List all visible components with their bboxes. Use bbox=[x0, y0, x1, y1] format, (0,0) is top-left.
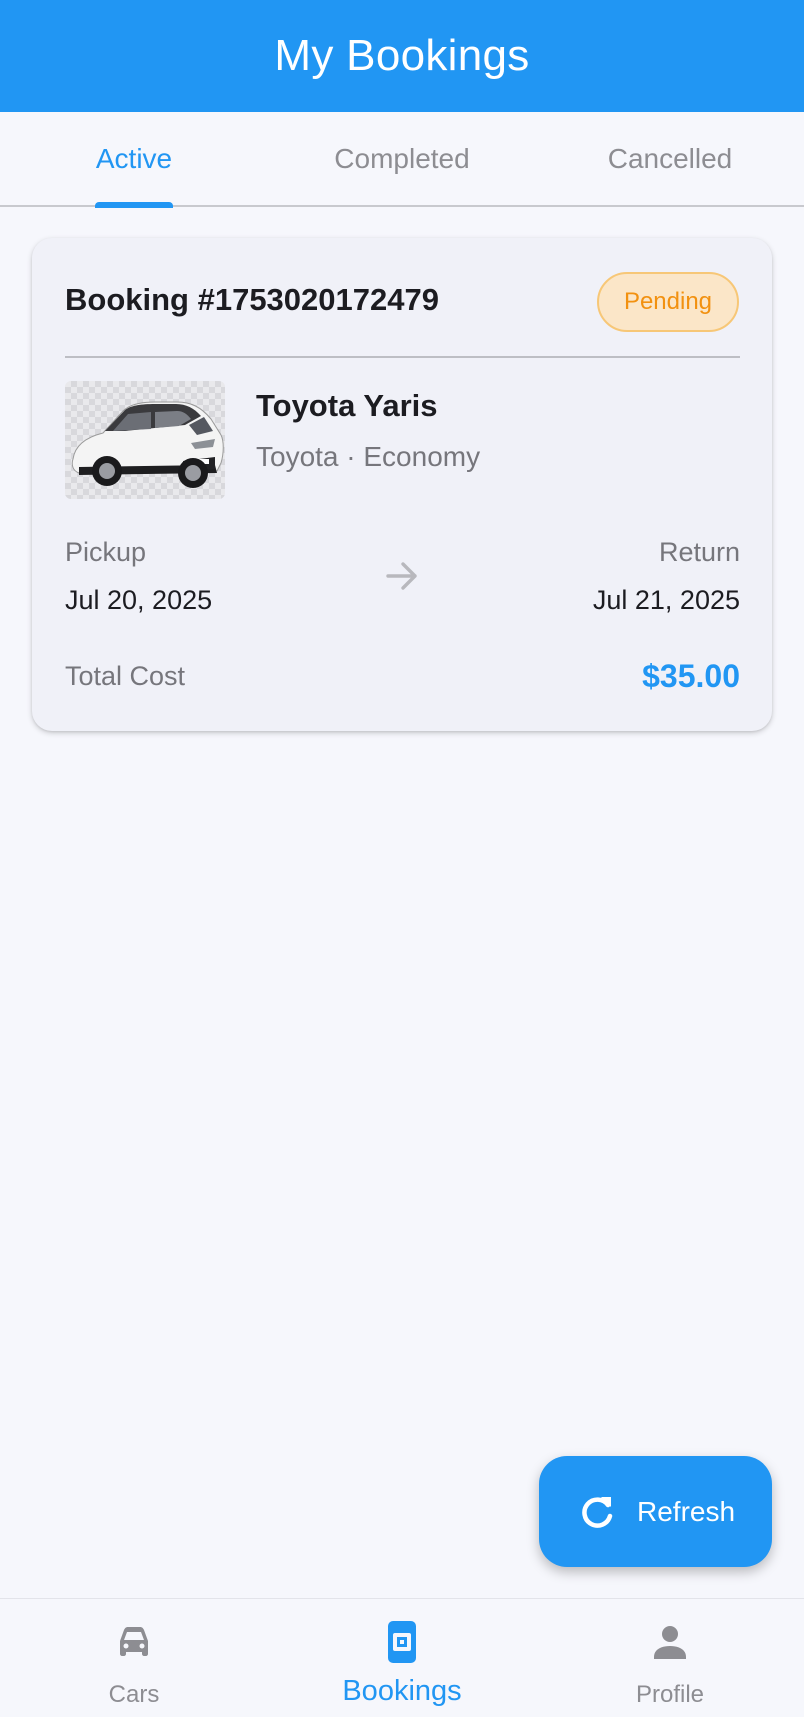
refresh-button[interactable]: Refresh bbox=[539, 1456, 772, 1567]
app-bar: My Bookings bbox=[0, 0, 804, 112]
booking-card[interactable]: Booking #1753020172479 Pending Toyota Ya… bbox=[32, 238, 772, 731]
card-divider bbox=[65, 356, 740, 358]
car-image bbox=[65, 381, 225, 499]
tab-completed[interactable]: Completed bbox=[268, 112, 536, 205]
car-brand-category: Toyota · Economy bbox=[256, 441, 481, 472]
nav-item-cars[interactable]: Cars bbox=[0, 1599, 268, 1717]
nav-label-cars: Cars bbox=[108, 1681, 160, 1708]
person-icon bbox=[654, 1626, 686, 1659]
page-title: My Bookings bbox=[274, 31, 530, 80]
pickup-date: Jul 20, 2025 bbox=[65, 585, 213, 615]
total-cost-value: $35.00 bbox=[642, 658, 740, 694]
booking-id: Booking #1753020172479 bbox=[65, 282, 439, 317]
return-date: Jul 21, 2025 bbox=[592, 585, 740, 615]
nav-label-bookings: Bookings bbox=[342, 1675, 462, 1707]
booking-ticket-icon bbox=[388, 1621, 416, 1663]
arrow-right-icon bbox=[386, 562, 417, 590]
active-tab-indicator bbox=[95, 202, 173, 208]
booking-status-tabs: Active Completed Cancelled bbox=[0, 112, 804, 208]
return-label: Return bbox=[658, 537, 740, 567]
bottom-navigation: Cars Bookings Profile bbox=[0, 1598, 804, 1716]
nav-item-profile[interactable]: Profile bbox=[536, 1599, 804, 1717]
car-photo bbox=[71, 401, 224, 488]
status-badge: Pending bbox=[597, 272, 739, 332]
nav-label-profile: Profile bbox=[635, 1681, 705, 1708]
refresh-label: Refresh bbox=[637, 1495, 736, 1527]
tab-cancelled[interactable]: Cancelled bbox=[536, 112, 804, 205]
total-cost-label: Total Cost bbox=[65, 661, 186, 691]
car-icon bbox=[120, 1627, 148, 1656]
refresh-icon bbox=[582, 1496, 613, 1528]
pickup-label: Pickup bbox=[65, 537, 147, 567]
tab-active[interactable]: Active bbox=[0, 112, 268, 205]
car-name: Toyota Yaris bbox=[256, 388, 438, 423]
nav-item-bookings[interactable]: Bookings bbox=[268, 1599, 536, 1717]
